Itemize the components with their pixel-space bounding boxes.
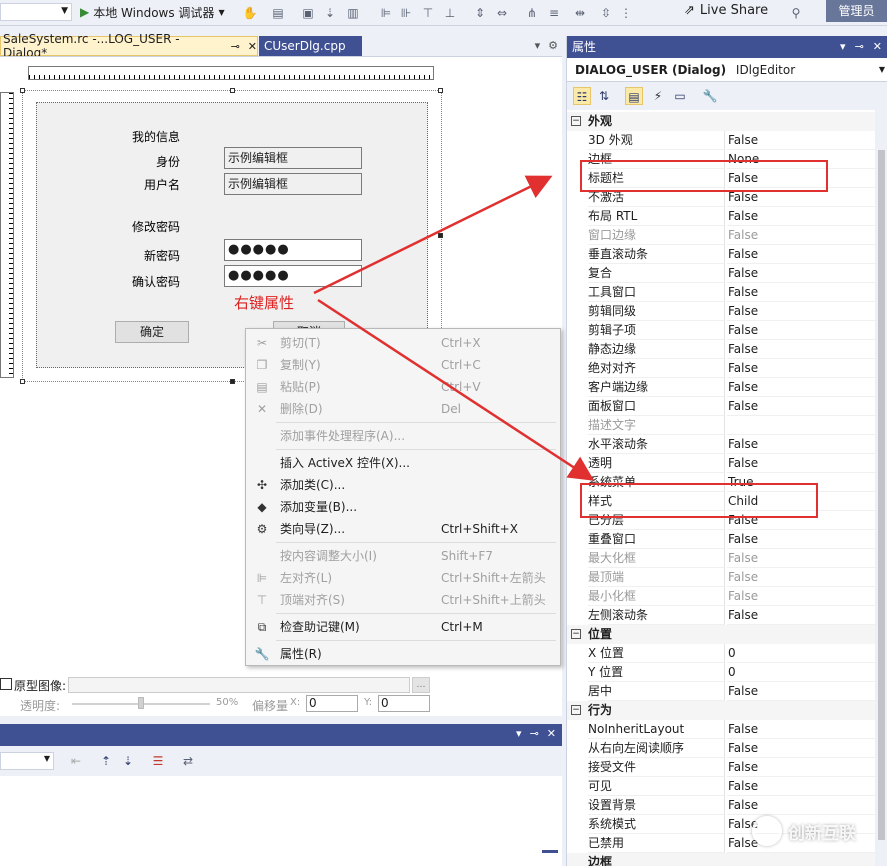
arrow-to-titlebar (313, 175, 553, 295)
watermark-logo-icon (752, 816, 782, 846)
watermark-text: 创新互联 (788, 823, 856, 844)
watermark: 创新互联 (752, 816, 856, 846)
arrow-to-style (317, 298, 595, 481)
annotation-arrows (313, 175, 595, 481)
